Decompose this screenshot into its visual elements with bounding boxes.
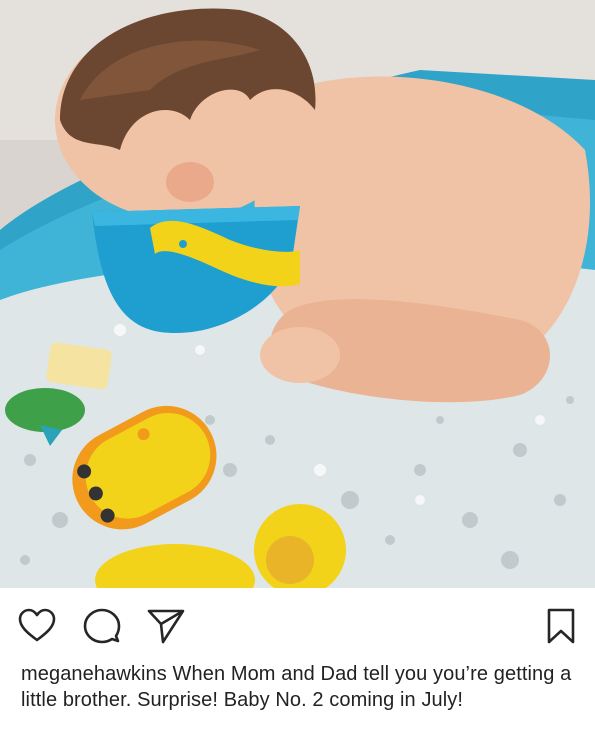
bath-photo: [0, 0, 595, 588]
save-button[interactable]: [541, 606, 581, 646]
paper-plane-icon: [147, 609, 185, 644]
like-button[interactable]: [17, 606, 57, 646]
post-actions-bar: [0, 588, 595, 658]
post-caption: meganehawkins When Mom and Dad tell you …: [21, 661, 581, 713]
heart-icon: [18, 608, 56, 642]
comment-button[interactable]: [82, 606, 122, 646]
comment-icon: [83, 608, 121, 644]
post-photo[interactable]: [0, 0, 595, 588]
bookmark-icon: [547, 608, 575, 644]
share-button[interactable]: [146, 606, 186, 646]
caption-username[interactable]: meganehawkins: [21, 663, 167, 685]
